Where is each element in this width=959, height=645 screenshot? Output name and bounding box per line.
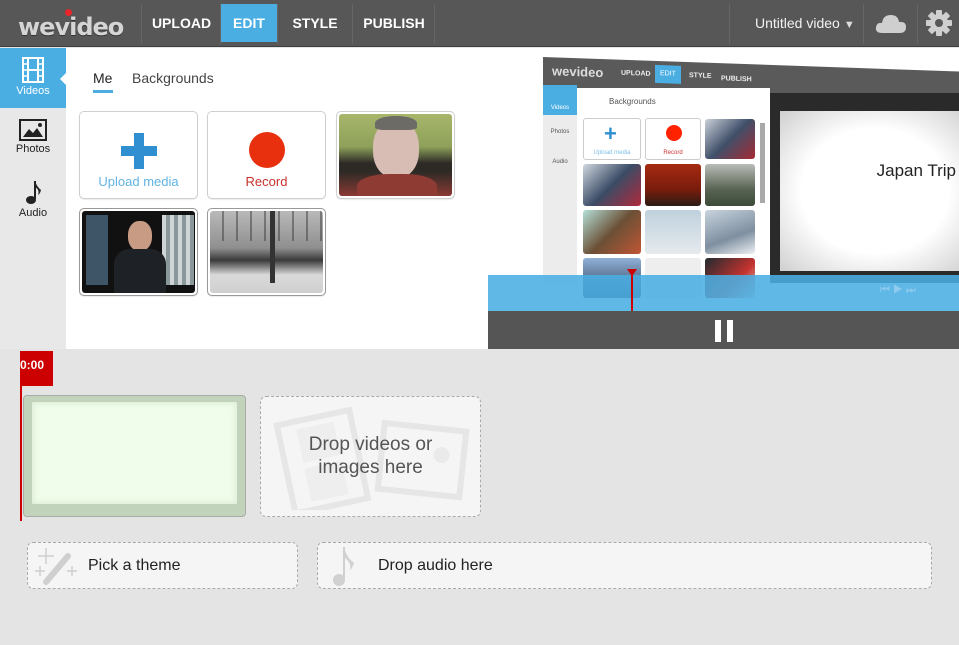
preview-inner-thumb bbox=[645, 210, 701, 254]
tab-underline bbox=[93, 90, 113, 93]
timeline-clip[interactable] bbox=[23, 395, 246, 517]
sidebar-item-label: Photos bbox=[15, 143, 51, 155]
preview-inner-upload: + Upload media bbox=[583, 118, 641, 160]
top-bar: wevideo UPLOAD EDIT STYLE PUBLISH Untitl… bbox=[0, 0, 959, 47]
nav-divider bbox=[141, 4, 142, 44]
gear-icon[interactable] bbox=[926, 10, 952, 36]
music-note-icon bbox=[26, 181, 41, 204]
preview-inner-thumb bbox=[705, 164, 755, 206]
magic-wand-icon bbox=[35, 548, 77, 585]
project-title: Untitled video bbox=[755, 15, 840, 31]
upload-media-label: Upload media bbox=[98, 174, 179, 189]
drop-media-text-line: images here bbox=[318, 457, 423, 478]
film-icon bbox=[22, 57, 44, 83]
preview-inner-thumb bbox=[583, 164, 641, 206]
media-thumbnail[interactable] bbox=[207, 208, 326, 296]
drop-audio-zone[interactable]: Drop audio here bbox=[317, 542, 932, 589]
preview-inner-logo: wevideo bbox=[552, 63, 604, 81]
nav-edit[interactable]: EDIT bbox=[221, 4, 277, 42]
nav-divider bbox=[352, 4, 353, 44]
drop-media-text-line: Drop videos or bbox=[308, 434, 433, 455]
pause-button[interactable] bbox=[715, 320, 735, 342]
preview-inner-nav: UPLOAD bbox=[621, 69, 651, 78]
video-preview[interactable]: wevideo UPLOAD EDIT STYLE PUBLISH Videos… bbox=[488, 48, 959, 311]
nav-divider bbox=[434, 4, 435, 44]
drop-media-zone[interactable]: Drop videos or images here bbox=[260, 396, 481, 517]
plus-icon bbox=[121, 133, 157, 169]
tab-me[interactable]: Me bbox=[93, 70, 112, 86]
preview-inner-sidebar-item: Videos bbox=[543, 85, 577, 115]
preview-inner-thumb bbox=[705, 119, 755, 159]
playhead-time[interactable]: 0:00 bbox=[20, 351, 53, 386]
record-label: Record bbox=[245, 174, 288, 189]
preview-inner-thumb bbox=[645, 164, 701, 206]
playhead-line[interactable] bbox=[20, 385, 22, 521]
nav-divider bbox=[277, 4, 278, 44]
preview-inner-sidebar-item: Photos bbox=[550, 129, 570, 135]
preview-inner-thumb bbox=[705, 210, 755, 254]
title-card-text: Japan Trip bbox=[876, 161, 956, 180]
video-thumbnail-image bbox=[82, 211, 195, 293]
nav-divider bbox=[917, 4, 918, 44]
upload-media-button[interactable]: Upload media bbox=[79, 111, 198, 199]
cloud-icon[interactable] bbox=[875, 12, 907, 34]
media-thumbnail[interactable] bbox=[79, 208, 198, 296]
sidebar-item-photos[interactable]: Photos bbox=[0, 110, 66, 170]
nav-divider bbox=[863, 4, 864, 44]
pick-theme-button[interactable]: Pick a theme bbox=[27, 542, 298, 589]
playback-control-bar bbox=[488, 311, 959, 349]
sidebar-item-label: Videos bbox=[16, 85, 50, 97]
pause-icon bbox=[727, 320, 733, 342]
title-card: Japan Trip bbox=[780, 111, 959, 271]
record-icon bbox=[249, 132, 285, 168]
clip-thumbnail bbox=[32, 402, 237, 504]
nav-upload[interactable]: UPLOAD bbox=[143, 4, 220, 42]
preview-inner-tab: Backgrounds bbox=[609, 97, 656, 106]
inner-playback-controls: ⏮ ▶ ⏭ bbox=[880, 284, 916, 296]
nav-publish[interactable]: PUBLISH bbox=[354, 4, 434, 42]
photo-icon bbox=[19, 119, 47, 141]
wevideo-logo[interactable]: wevideo bbox=[18, 9, 124, 41]
preview-inner-sidebar-item: Audio bbox=[552, 159, 568, 165]
sidebar-item-videos[interactable]: Videos bbox=[0, 48, 66, 108]
preview-inner-scrollbar bbox=[760, 123, 765, 203]
media-sidebar: Videos Photos Audio bbox=[0, 48, 66, 349]
timeline: 0:00 Drop videos or images here Pick a t… bbox=[0, 349, 959, 645]
media-thumbnail[interactable] bbox=[336, 111, 455, 199]
preview-playhead bbox=[631, 275, 633, 311]
preview-inner-thumb bbox=[583, 210, 641, 254]
pick-theme-label: Pick a theme bbox=[88, 557, 181, 574]
logo-text: wevideo bbox=[18, 13, 124, 41]
nav-divider bbox=[729, 4, 730, 44]
preview-inner-nav: EDIT bbox=[655, 64, 681, 84]
preview-inner-nav: PUBLISH bbox=[721, 75, 752, 84]
media-panel: Me Backgrounds Upload media Record bbox=[66, 48, 488, 349]
project-title-dropdown[interactable]: Untitled video ▼ bbox=[755, 4, 855, 42]
pause-icon bbox=[715, 320, 721, 342]
preview-inner-sidebar: Videos Photos Audio bbox=[543, 85, 577, 285]
preview-inner-media: Backgrounds + Upload media Record bbox=[577, 88, 770, 298]
preview-inner-player: Japan Trip bbox=[770, 93, 959, 283]
drop-audio-label: Drop audio here bbox=[378, 557, 493, 574]
record-button[interactable]: Record bbox=[207, 111, 326, 199]
preview-playhead-marker bbox=[627, 269, 637, 276]
sidebar-item-audio[interactable]: Audio bbox=[0, 170, 66, 230]
video-thumbnail-image bbox=[339, 114, 452, 196]
nav-style[interactable]: STYLE bbox=[279, 4, 351, 42]
sidebar-item-label: Audio bbox=[18, 207, 48, 219]
music-note-icon bbox=[333, 547, 354, 586]
preview-inner-record: Record bbox=[645, 118, 701, 160]
caret-down-icon: ▼ bbox=[843, 19, 855, 31]
tab-backgrounds[interactable]: Backgrounds bbox=[132, 70, 214, 86]
preview-inner-nav: STYLE bbox=[689, 72, 712, 80]
drop-media-text: Drop videos or images here bbox=[261, 433, 480, 479]
video-thumbnail-image bbox=[210, 211, 323, 293]
preview-playback-overlay: ⏮ ▶ ⏭ bbox=[488, 269, 959, 311]
logo-dot bbox=[65, 9, 72, 16]
